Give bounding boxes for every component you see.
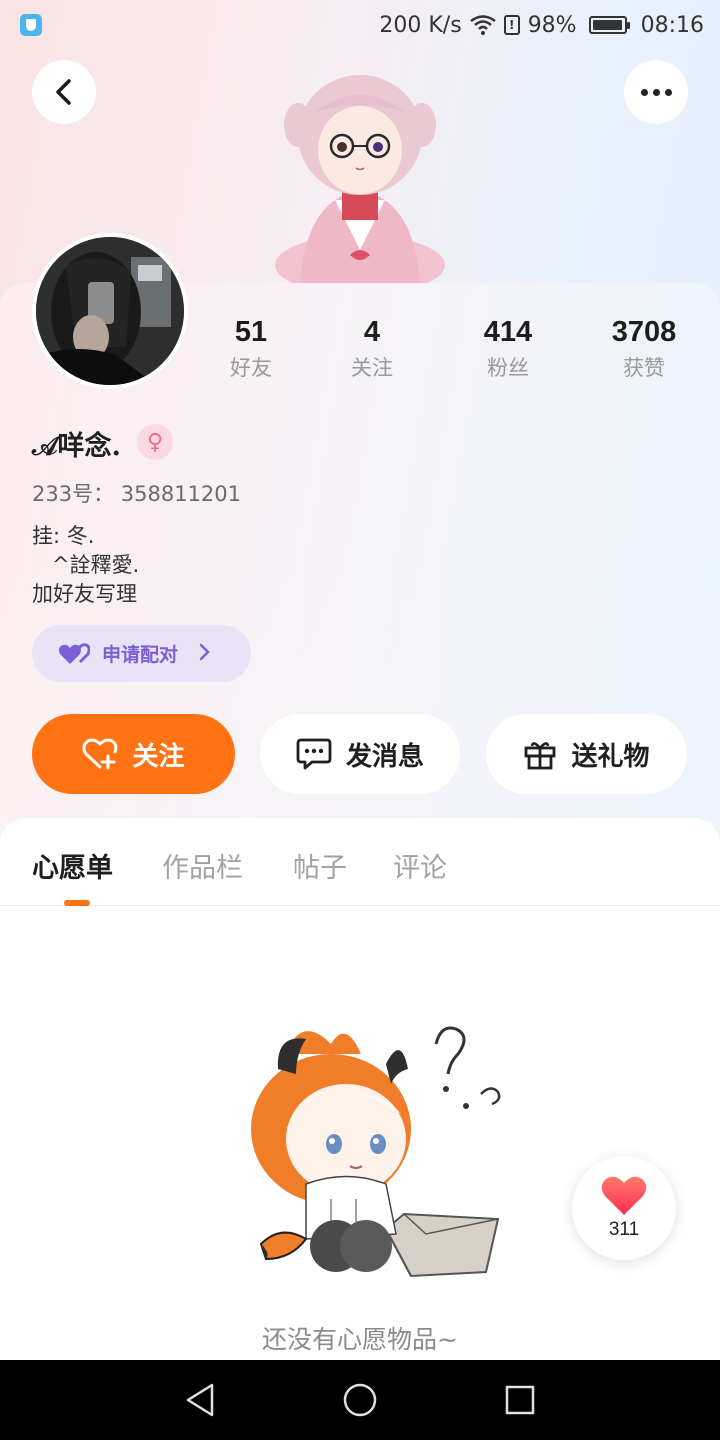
chevron-right-icon — [198, 642, 210, 666]
avatar[interactable] — [32, 233, 188, 389]
nav-back-button[interactable] — [180, 1380, 220, 1420]
gift-label: 送礼物 — [571, 741, 650, 772]
female-gender-icon: ♀ — [137, 424, 173, 460]
bio: 挂: 冬. ^詮釋愛. 加好友写理 — [32, 524, 140, 606]
tab-indicator — [64, 900, 90, 906]
empty-state-text: 还没有心愿物品~ — [262, 1325, 458, 1354]
shield-app-icon — [20, 14, 42, 36]
heart-icon — [601, 1176, 647, 1215]
chat-bubble-icon — [296, 738, 332, 770]
tab-bar: 心愿单 作品栏 帖子 评论 — [0, 818, 720, 906]
stat-value: 4 — [363, 316, 381, 348]
double-heart-icon — [59, 642, 90, 664]
back-button[interactable] — [32, 60, 96, 124]
alert-icon: ! — [503, 15, 520, 35]
status-bar: 200 K/s ! 98% 08:16 — [0, 0, 720, 50]
empty-wishlist-illustration — [251, 1026, 501, 1278]
chevron-left-icon — [56, 79, 71, 105]
follow-label: 关注 — [132, 741, 185, 772]
stat-following[interactable]: 4 关注 — [307, 312, 437, 384]
wifi-icon — [469, 15, 496, 35]
tab-works[interactable]: 作品栏 — [162, 846, 243, 885]
battery-percent: 98% — [527, 12, 577, 38]
user-id[interactable]: 233号： 358811201 — [32, 478, 241, 508]
floating-like-button[interactable]: 311 — [572, 1156, 676, 1260]
follow-button[interactable]: 关注 — [32, 714, 235, 794]
apply-pair-label: 申请配对 — [102, 644, 179, 666]
stat-value: 414 — [483, 316, 533, 348]
stat-value: 3708 — [611, 316, 677, 348]
heart-plus-icon — [82, 738, 118, 770]
battery-icon — [588, 16, 630, 34]
message-label: 发消息 — [345, 741, 424, 772]
system-nav-bar — [0, 1360, 720, 1440]
nav-home-button[interactable] — [340, 1380, 380, 1420]
tab-comments[interactable]: 评论 — [393, 846, 447, 885]
gift-icon — [525, 742, 556, 770]
circle-home-icon — [343, 1383, 377, 1417]
network-speed: 200 K/s — [379, 12, 462, 38]
stat-label: 好友 — [230, 356, 272, 380]
tab-posts[interactable]: 帖子 — [293, 846, 347, 885]
square-recents-icon — [505, 1385, 535, 1415]
send-message-button[interactable]: 发消息 — [260, 714, 460, 794]
stats-row: 51 好友 4 关注 414 粉丝 3708 获赞 — [190, 312, 720, 392]
content-panel: 心愿单 作品栏 帖子 评论 还没有心愿物品~ — [0, 818, 720, 1360]
apply-pair-button[interactable]: 申请配对 — [32, 625, 251, 682]
more-dots-icon — [640, 88, 672, 96]
like-count: 311 — [608, 1219, 640, 1240]
stat-label: 粉丝 — [487, 356, 529, 380]
avatar-character-illustration — [275, 75, 445, 285]
tab-wishlist[interactable]: 心愿单 — [32, 846, 113, 885]
stat-label: 获赞 — [623, 356, 665, 380]
send-gift-button[interactable]: 送礼物 — [486, 714, 687, 794]
stat-likes[interactable]: 3708 获赞 — [579, 312, 709, 384]
triangle-back-icon — [186, 1383, 214, 1417]
nickname: 𝒜咩念. — [32, 431, 121, 462]
nav-recents-button[interactable] — [500, 1380, 540, 1420]
clock: 08:16 — [640, 12, 704, 38]
avatar-photo — [36, 237, 184, 385]
stat-label: 关注 — [351, 356, 393, 380]
stat-friends[interactable]: 51 好友 — [186, 312, 316, 384]
stat-fans[interactable]: 414 粉丝 — [443, 312, 573, 384]
stat-value: 51 — [234, 316, 268, 348]
more-button[interactable] — [624, 60, 688, 124]
